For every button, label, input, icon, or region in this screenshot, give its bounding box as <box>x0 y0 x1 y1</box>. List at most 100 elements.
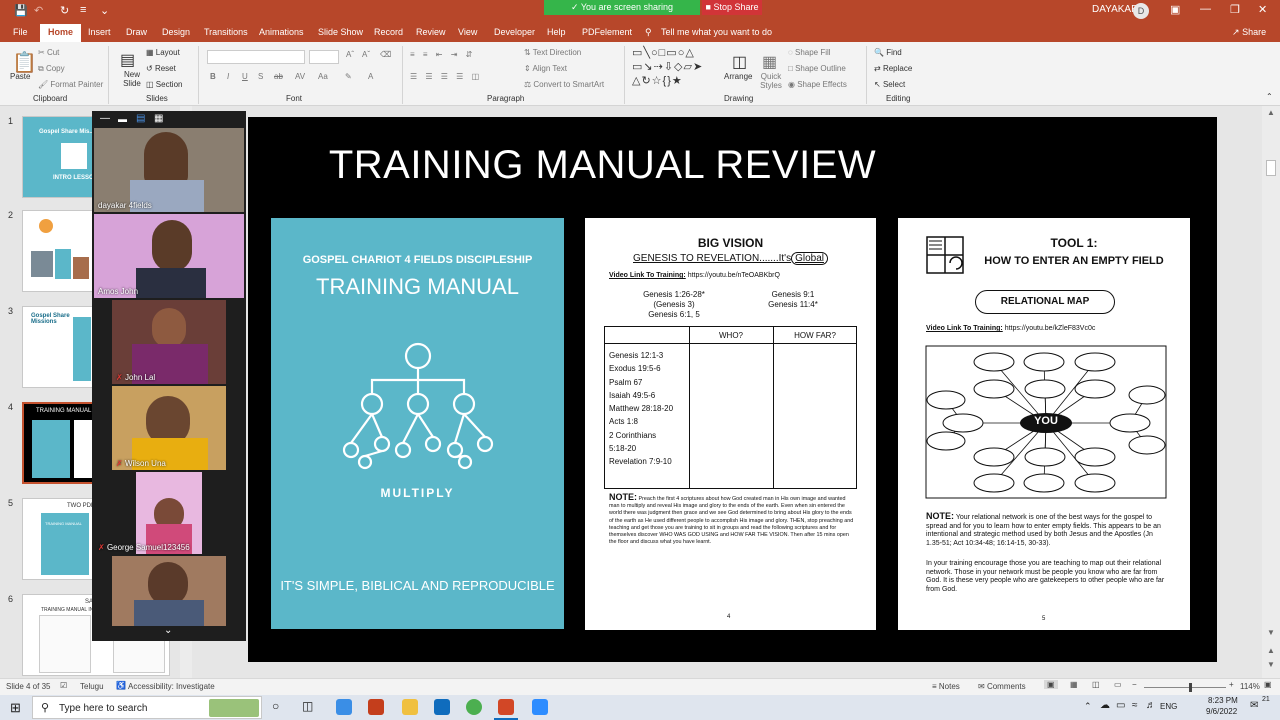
reading-view-icon[interactable]: ◫ <box>1092 680 1100 689</box>
reset-button[interactable]: ↺ Reset <box>146 64 176 73</box>
windows-start-icon[interactable]: ⊞ <box>10 700 21 716</box>
task-view-icon[interactable]: ◫ <box>302 699 313 713</box>
copy-button[interactable]: ⧉ Copy <box>38 64 65 74</box>
select-button[interactable]: ↖ Select <box>874 80 905 89</box>
grow-font-icon[interactable]: Aˆ <box>346 50 354 59</box>
slide-canvas[interactable]: TRAINING MANUAL REVIEW GOSPEL CHARIOT 4 … <box>248 117 1217 662</box>
replace-button[interactable]: ⇄ Replace <box>874 64 912 73</box>
strip-view-icon[interactable]: ▤ <box>136 113 145 124</box>
stop-share-button[interactable]: ■ Stop Share <box>702 0 762 15</box>
tab-developer[interactable]: Developer <box>494 27 535 37</box>
char-spacing-icon[interactable]: AV <box>295 72 305 81</box>
wifi-icon[interactable]: ≈ <box>1132 700 1138 711</box>
cortana-icon[interactable]: ○ <box>272 699 279 713</box>
tab-review[interactable]: Review <box>416 27 446 37</box>
slide-sorter-icon[interactable]: ▦ <box>1070 680 1078 689</box>
ribbon-display-icon[interactable]: ▣ <box>1170 3 1180 16</box>
prev-slide-icon[interactable]: ▲ <box>1267 646 1275 655</box>
paste-button[interactable]: Paste <box>10 72 30 81</box>
tab-help[interactable]: Help <box>547 27 566 37</box>
chrome-icon[interactable] <box>466 699 482 715</box>
zoom-out-icon[interactable]: − <box>1132 680 1137 689</box>
font-color-icon[interactable]: A <box>368 72 373 81</box>
align-text-button[interactable]: ⇕ Align Text <box>524 64 567 73</box>
shrink-font-icon[interactable]: Aˇ <box>362 50 370 59</box>
find-button[interactable]: 🔍 Find <box>874 48 902 57</box>
participant-tile[interactable]: ✗ Wilson Una <box>112 386 226 470</box>
shape-fill-button[interactable]: ◌ Shape Fill <box>788 48 831 57</box>
tab-insert[interactable]: Insert <box>88 27 111 37</box>
shape-outline-button[interactable]: □ Shape Outline <box>788 64 846 73</box>
italic-icon[interactable]: I <box>227 72 229 81</box>
zoom-slider[interactable] <box>1144 687 1226 688</box>
tab-transitions[interactable]: Transitions <box>204 27 248 37</box>
normal-view-icon[interactable]: ▣ <box>1044 680 1058 689</box>
shape-effects-button[interactable]: ◉ Shape Effects <box>788 80 847 89</box>
chevron-down-icon[interactable]: ⌄ <box>164 625 172 636</box>
tab-record[interactable]: Record <box>374 27 403 37</box>
quick-styles-icon[interactable]: ▦ <box>762 52 777 72</box>
participant-tile[interactable] <box>136 472 202 554</box>
zoom-slider-thumb[interactable] <box>1189 683 1192 692</box>
redo-icon[interactable]: ↻ <box>60 4 69 17</box>
tab-slide-show[interactable]: Slide Show <box>318 27 363 37</box>
file-explorer-icon[interactable] <box>402 699 418 715</box>
format-painter-button[interactable]: 🖌 Format Painter <box>38 80 103 89</box>
text-direction-button[interactable]: ⇅ Text Direction <box>524 48 581 57</box>
align-icons[interactable]: ☰ ☰ ☰ ☰ ◫ <box>410 72 482 81</box>
new-slide-icon[interactable]: ▤ <box>120 50 135 70</box>
scroll-thumb[interactable] <box>1266 160 1276 176</box>
tab-draw[interactable]: Draw <box>126 27 147 37</box>
powerpoint-taskbar-icon[interactable] <box>498 699 514 715</box>
avatar[interactable]: D <box>1133 3 1149 19</box>
notification-icon[interactable]: ✉ <box>1250 700 1258 711</box>
font-name-select[interactable] <box>207 50 305 64</box>
zoom-app-icon[interactable] <box>532 699 548 715</box>
minimize-video-icon[interactable]: — <box>100 113 110 124</box>
gallery-view-icon[interactable]: ▦ <box>154 113 163 124</box>
minimize-icon[interactable]: — <box>1200 3 1211 15</box>
fit-slide-icon[interactable]: ▣ <box>1264 680 1272 689</box>
collapse-ribbon-icon[interactable]: ⌃ <box>1266 92 1273 101</box>
font-size-select[interactable] <box>309 50 339 64</box>
next-slide-icon[interactable]: ▼ <box>1267 660 1275 669</box>
spelling-icon[interactable]: ☑ <box>60 681 67 690</box>
tray-chevron-icon[interactable]: ⌃ <box>1084 701 1092 712</box>
clock-time[interactable]: 8:23 PM <box>1208 696 1238 705</box>
share-button[interactable]: ↗ Share <box>1232 27 1266 38</box>
cloud-icon[interactable]: ☁ <box>1100 700 1110 711</box>
tab-animations[interactable]: Animations <box>259 27 304 37</box>
strikethrough-icon[interactable]: ab <box>274 72 283 81</box>
scroll-down-icon[interactable]: ▼ <box>1267 628 1275 637</box>
smartart-button[interactable]: ⚖ Convert to SmartArt <box>524 80 604 89</box>
language-status[interactable]: Telugu <box>80 682 104 691</box>
section-button[interactable]: ◫ Section <box>146 80 182 89</box>
undo-icon[interactable]: ↶ <box>34 4 43 17</box>
accessibility-status[interactable]: Accessibility: Investigate <box>128 682 215 691</box>
clear-format-icon[interactable]: ⌫ <box>380 50 391 59</box>
tab-file[interactable]: File <box>13 27 28 37</box>
quick-styles-button[interactable]: Quick Styles <box>756 72 786 90</box>
spellcheck-icon[interactable]: ≡ <box>80 4 86 16</box>
notes-button[interactable]: ≡ Notes <box>932 682 960 691</box>
cut-button[interactable]: ✂ Cut <box>38 48 59 57</box>
participant-tile[interactable]: ✗ John Lal <box>112 300 226 384</box>
underline-icon[interactable]: U <box>242 72 248 81</box>
zoom-in-icon[interactable]: + <box>1229 680 1234 689</box>
language-indicator[interactable]: ENG <box>1160 702 1177 711</box>
layout-button[interactable]: ▦ Layout <box>146 48 180 57</box>
arrange-icon[interactable]: ◫ <box>732 52 747 72</box>
participant-tile[interactable]: Amos John <box>94 214 244 298</box>
save-icon[interactable]: 💾 <box>14 4 28 17</box>
tab-view[interactable]: View <box>458 27 477 37</box>
tab-design[interactable]: Design <box>162 27 190 37</box>
slideshow-icon[interactable]: ▭ <box>1114 680 1122 689</box>
arrange-button[interactable]: Arrange <box>724 72 752 81</box>
close-icon[interactable]: ✕ <box>1258 3 1267 16</box>
scroll-up-icon[interactable]: ▲ <box>1267 108 1275 117</box>
volume-icon[interactable]: ♬ <box>1146 700 1156 711</box>
participant-tile[interactable]: dayakar 4fields <box>94 128 244 212</box>
photos-app-icon[interactable] <box>336 699 352 715</box>
shapes-gallery[interactable]: ▭╲○□▭○△ ▭↘⇢⇩◇▱➤ △↻☆{}★ <box>632 46 720 88</box>
battery-icon[interactable]: ▭ <box>1116 700 1125 711</box>
